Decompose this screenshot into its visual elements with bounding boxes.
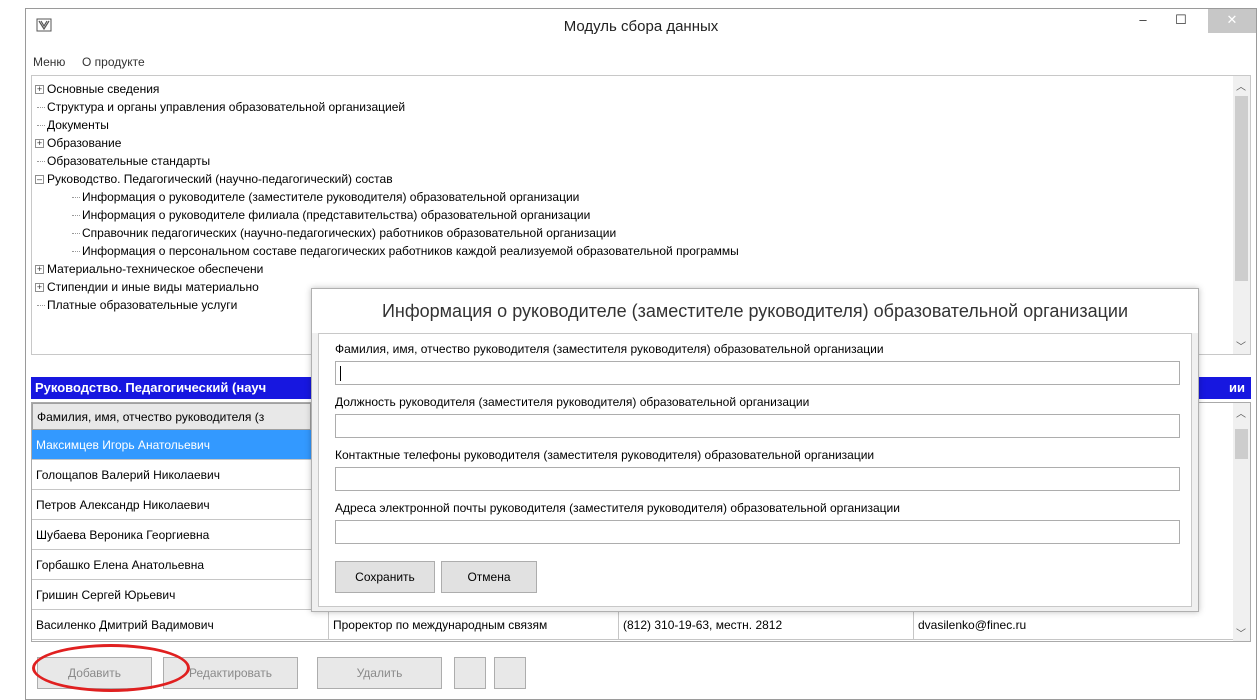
collapse-icon[interactable]: – [35, 175, 44, 185]
scroll-down-icon[interactable]: ﹀ [1236, 338, 1246, 353]
extra-button-1[interactable] [454, 657, 486, 689]
table-cell[interactable]: Петров Александр Николаевич [32, 490, 329, 520]
save-button[interactable]: Сохранить [335, 561, 435, 593]
table-cell[interactable]: Гришин Сергей Юрьевич [32, 580, 329, 610]
window-title: Модуль сбора данных [563, 18, 719, 35]
maximize-button[interactable]: ☐ [1166, 9, 1196, 33]
tree-node[interactable]: Информация о руководителе (заместителе р… [72, 188, 579, 206]
table-cell[interactable]: Шубаева Вероника Георгиевна [32, 520, 329, 550]
tree-node[interactable]: + Образование [35, 134, 121, 152]
expand-icon[interactable]: + [35, 139, 44, 149]
email-field[interactable] [335, 520, 1180, 544]
tree-node[interactable]: Информация о руководителе филиала (предс… [72, 206, 590, 224]
dialog-title: Информация о руководителе (заместителе р… [312, 289, 1198, 333]
scroll-thumb[interactable] [1235, 96, 1248, 281]
tree-node[interactable]: Информация о персональном составе педаго… [72, 242, 739, 260]
scroll-up-icon[interactable]: ︿ [1236, 405, 1246, 420]
leaf-icon [36, 18, 52, 32]
table-cell[interactable]: Горбашко Елена Анатольевна [32, 550, 329, 580]
cancel-button[interactable]: Отмена [441, 561, 537, 593]
close-button[interactable]: ✕ [1208, 9, 1256, 33]
menu-item-menu[interactable]: Меню [33, 55, 65, 69]
expand-icon[interactable]: + [35, 283, 44, 293]
text-caret [340, 366, 341, 381]
tree-node[interactable]: Справочник педагогических (научно-педаго… [72, 224, 616, 242]
tree-node[interactable]: Документы [37, 116, 109, 134]
dialog-form: Фамилия, имя, отчество руководителя (зам… [318, 333, 1192, 607]
table-cell[interactable]: dvasilenko@finec.ru [914, 610, 1234, 640]
position-field[interactable] [335, 414, 1180, 438]
table-cell[interactable]: Максимцев Игорь Анатольевич [32, 430, 329, 460]
tree-node[interactable]: Структура и органы управления образовате… [37, 98, 405, 116]
leader-info-dialog: Информация о руководителе (заместителе р… [311, 288, 1199, 612]
tree-node[interactable]: + Материально-техническое обеспечени [35, 260, 263, 278]
field-label: Должность руководителя (заместителя руко… [335, 395, 810, 409]
delete-button[interactable]: Удалить [317, 657, 442, 689]
name-field[interactable] [335, 361, 1180, 385]
grid-scrollbar[interactable]: ︿ ﹀ [1233, 403, 1250, 641]
tree-node[interactable]: – Руководство. Педагогический (научно-пед… [35, 170, 393, 188]
extra-button-2[interactable] [494, 657, 526, 689]
scroll-thumb[interactable] [1235, 429, 1248, 459]
menu-item-about[interactable]: О продукте [82, 55, 145, 69]
field-label: Фамилия, имя, отчество руководителя (зам… [335, 342, 884, 356]
field-label: Адреса электронной почты руководителя (з… [335, 501, 900, 515]
menu-bar: Меню О продукте [26, 55, 1256, 73]
table-cell[interactable]: (812) 310-19-63, местн. 2812 [619, 610, 914, 640]
tree-node[interactable]: + Стипендии и иные виды материально [35, 278, 259, 296]
highlight-oval [32, 644, 190, 692]
tree-node[interactable]: Платные образовательные услуги [37, 296, 237, 314]
expand-icon[interactable]: + [35, 265, 44, 275]
table-cell[interactable]: Проректор по международным связям [329, 610, 619, 640]
scroll-up-icon[interactable]: ︿ [1236, 78, 1246, 93]
expand-icon[interactable]: + [35, 85, 44, 95]
panel-header-tail: ии [1229, 380, 1245, 395]
field-label: Контактные телефоны руководителя (замест… [335, 448, 875, 462]
tree-node[interactable]: Образовательные стандарты [37, 152, 210, 170]
title-bar[interactable]: Модуль сбора данных – ☐ ✕ [26, 9, 1256, 45]
table-cell[interactable]: Голощапов Валерий Николаевич [32, 460, 329, 490]
scroll-down-icon[interactable]: ﹀ [1236, 625, 1246, 640]
minimize-button[interactable]: – [1128, 9, 1158, 33]
table-cell[interactable]: Василенко Дмитрий Вадимович [32, 610, 329, 640]
tree-scrollbar[interactable]: ︿ ﹀ [1233, 76, 1250, 354]
phone-field[interactable] [335, 467, 1180, 491]
column-header[interactable]: Фамилия, имя, отчество руководителя (з [32, 403, 311, 430]
tree-node[interactable]: + Основные сведения [35, 80, 159, 98]
